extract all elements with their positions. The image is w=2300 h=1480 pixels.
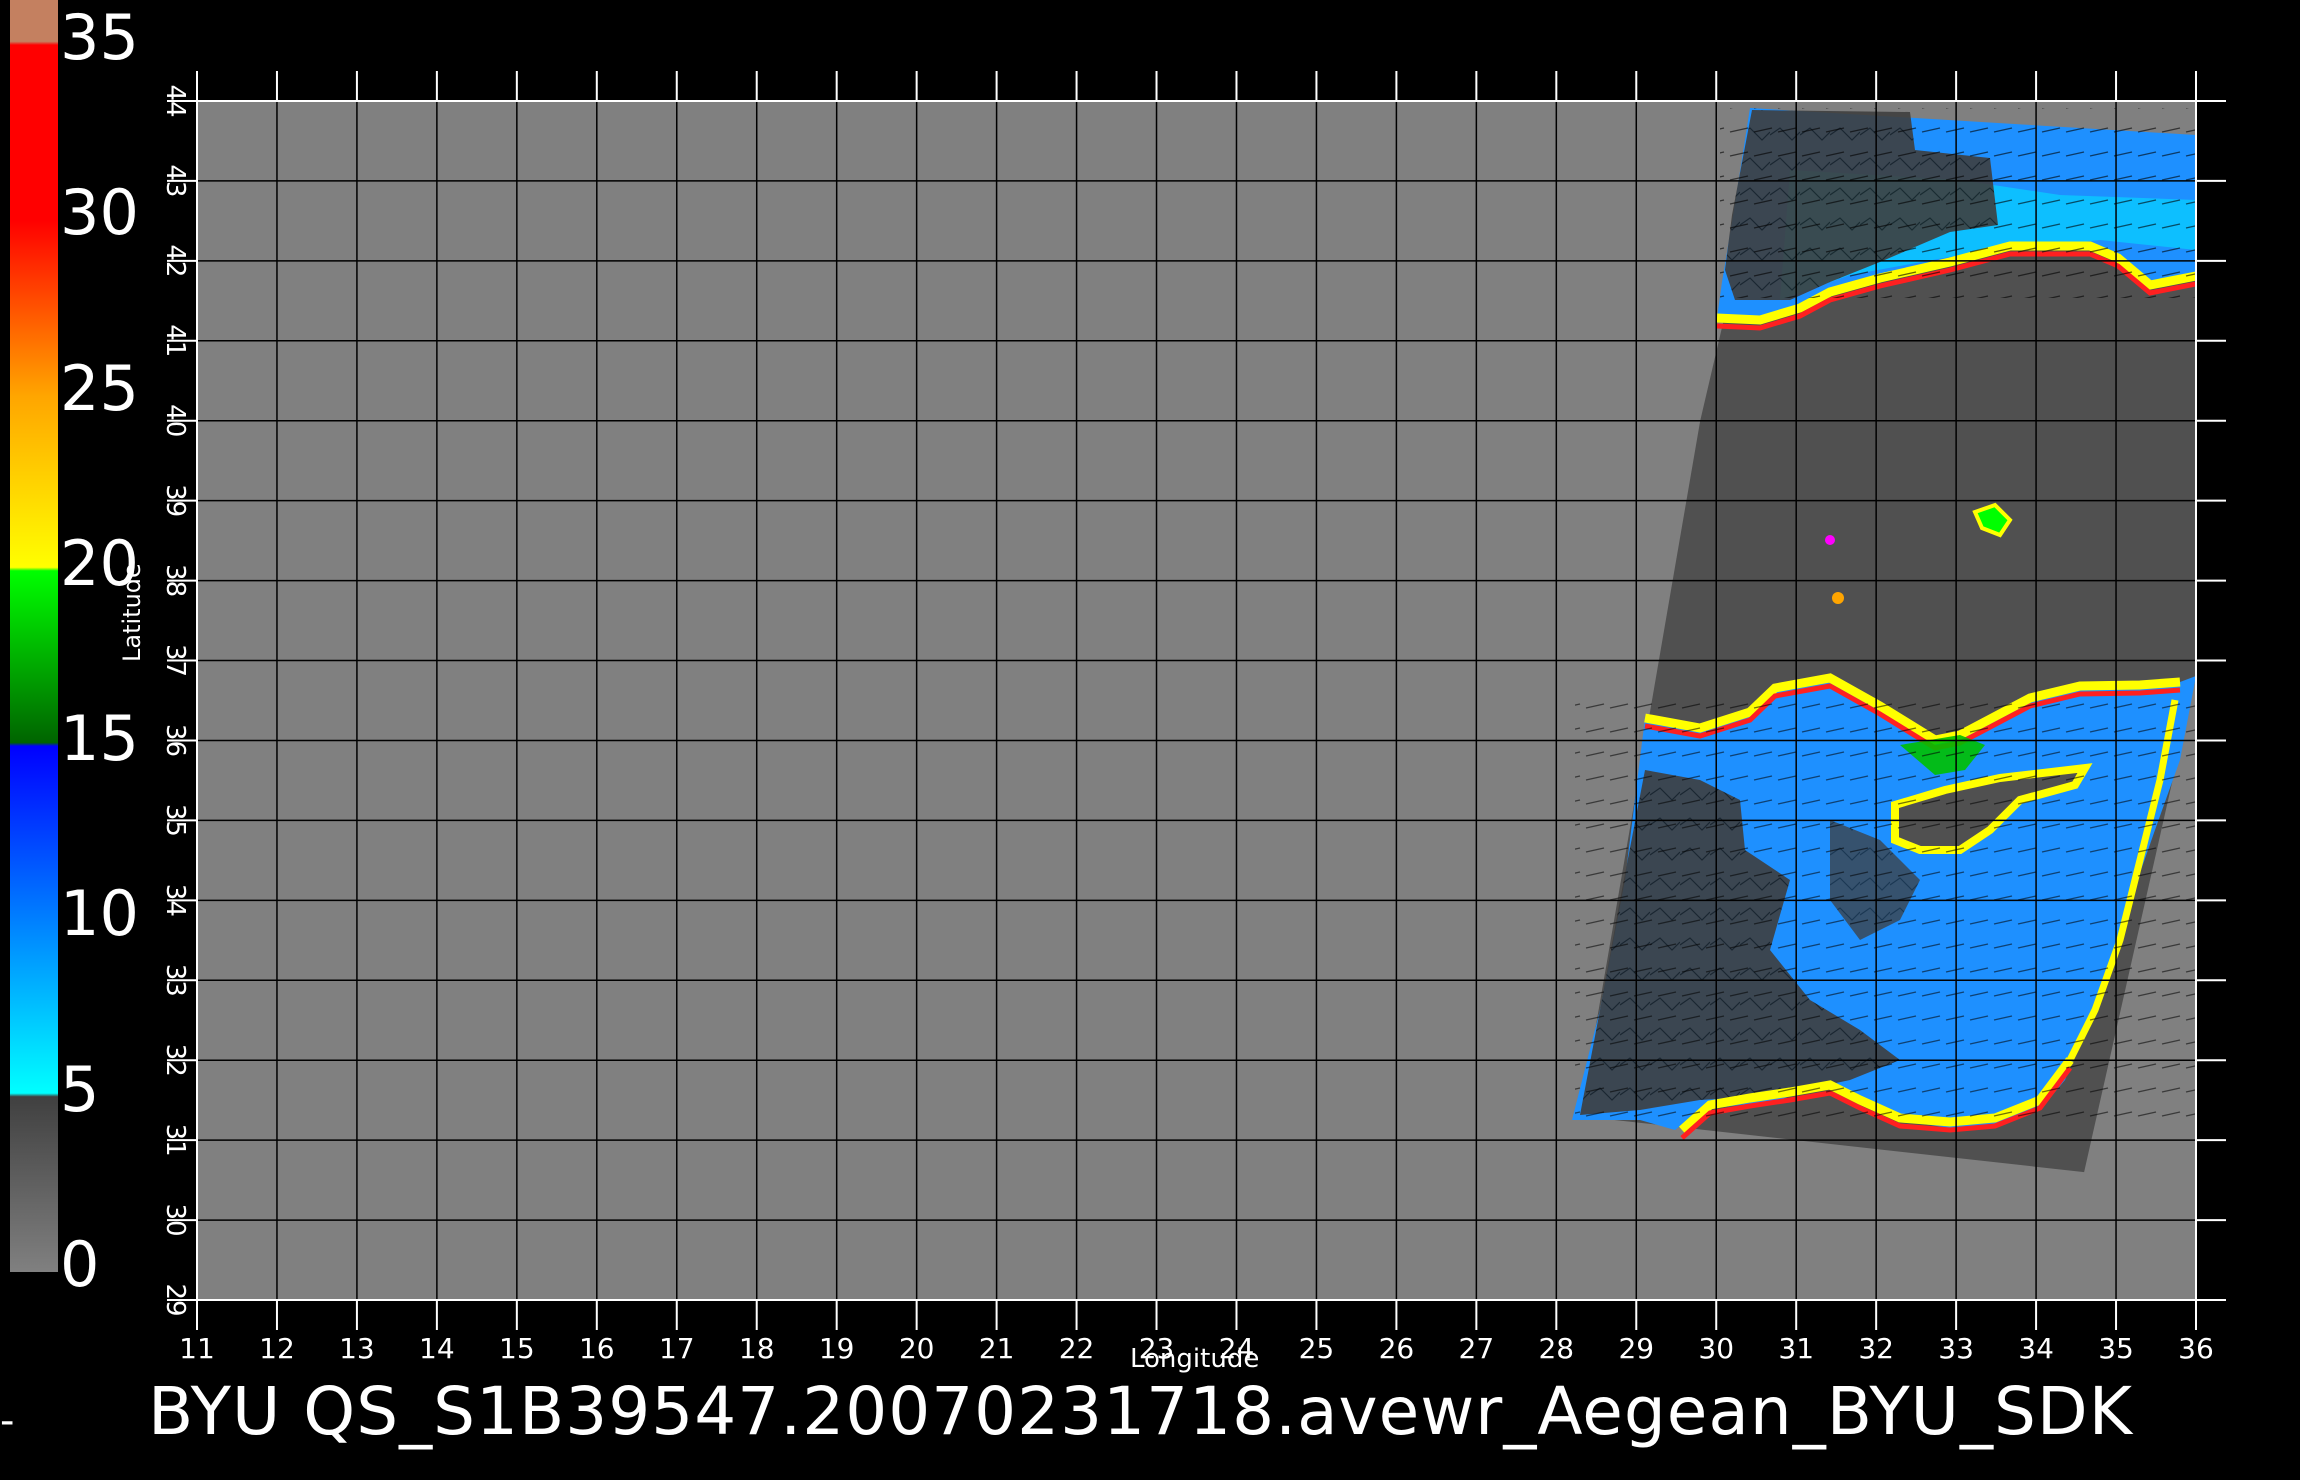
y-tick-label: 33 (160, 964, 190, 997)
y-tick-label: 40 (160, 404, 190, 437)
y-tick-label: 44 (160, 84, 190, 117)
x-tick-label: 29 (1618, 1332, 1654, 1365)
x-tick-label: 35 (2098, 1332, 2134, 1365)
x-tick-label: 12 (259, 1332, 295, 1365)
y-tick-label: 38 (160, 564, 190, 597)
x-tick-label: 33 (1938, 1332, 1974, 1365)
colorbar (10, 0, 58, 1272)
y-tick-label: 42 (160, 244, 190, 277)
colorbar-tick-label: 10 (60, 877, 139, 951)
wind-north (1720, 108, 2196, 298)
x-tick-label: 13 (339, 1332, 375, 1365)
x-tick-label: 26 (1379, 1332, 1415, 1365)
x-tick-label: 20 (899, 1332, 935, 1365)
y-tick-label: 29 (160, 1283, 190, 1316)
colorbar-tick-label: 15 (60, 702, 139, 776)
y-tick-label: 31 (160, 1124, 190, 1157)
footer-dash: - (0, 1398, 15, 1444)
colorbar-tick-label: 0 (60, 1228, 100, 1301)
x-tick-label: 21 (979, 1332, 1015, 1365)
colorbar-tick-label: 35 (60, 1, 139, 74)
map-svg: 11 12 13 14 15 16 17 18 19 20 21 22 23 24 25 26 27 28 29 30… (10, 0, 2226, 1365)
x-tick-label: 22 (1059, 1332, 1095, 1365)
x-tick-label: 11 (179, 1332, 215, 1365)
x-tick-label: 36 (2178, 1332, 2214, 1365)
colorbar-gradient (10, 0, 58, 1272)
map-title: BYU QS_S1B39547.20070231718.avewr_Aegean… (148, 1373, 2133, 1450)
wind-south (1575, 690, 2195, 1135)
x-tick-label: 27 (1459, 1332, 1495, 1365)
x-tick-label: 17 (659, 1332, 695, 1365)
x-tick-label: 16 (579, 1332, 615, 1365)
x-tick-label: 19 (819, 1332, 855, 1365)
colorbar-tick-label: 5 (60, 1052, 100, 1126)
y-axis-label: Latitude (118, 563, 146, 662)
y-tick-label: 32 (160, 1044, 190, 1077)
x-axis-label: Longitude (1130, 1344, 1260, 1374)
y-tick-label: 34 (160, 884, 190, 917)
x-tick-label: 31 (1778, 1332, 1814, 1365)
x-tick-label: 18 (739, 1332, 775, 1365)
y-tick-label: 30 (160, 1204, 190, 1237)
x-tick-label: 28 (1538, 1332, 1574, 1365)
map-figure: 11 12 13 14 15 16 17 18 19 20 21 22 23 24 25 26 27 28 29 30… (0, 0, 2300, 1480)
y-tick-label: 41 (160, 324, 190, 357)
island-small-2 (1825, 535, 1835, 545)
y-tick-label: 39 (160, 484, 190, 517)
x-tick-label: 25 (1299, 1332, 1335, 1365)
y-tick-label: 43 (160, 164, 190, 197)
x-tick-label: 14 (419, 1332, 455, 1365)
x-tick-label: 32 (1858, 1332, 1894, 1365)
colorbar-tick-label: 25 (60, 351, 139, 425)
y-tick-label: 37 (160, 644, 190, 677)
x-tick-label: 34 (2018, 1332, 2054, 1365)
x-tick-label: 30 (1698, 1332, 1734, 1365)
island-small-3 (1832, 592, 1844, 604)
y-tick-label: 35 (160, 804, 190, 837)
colorbar-tick-label: 30 (60, 176, 139, 250)
y-tick-label: 36 (160, 724, 190, 757)
x-tick-label: 15 (499, 1332, 535, 1365)
